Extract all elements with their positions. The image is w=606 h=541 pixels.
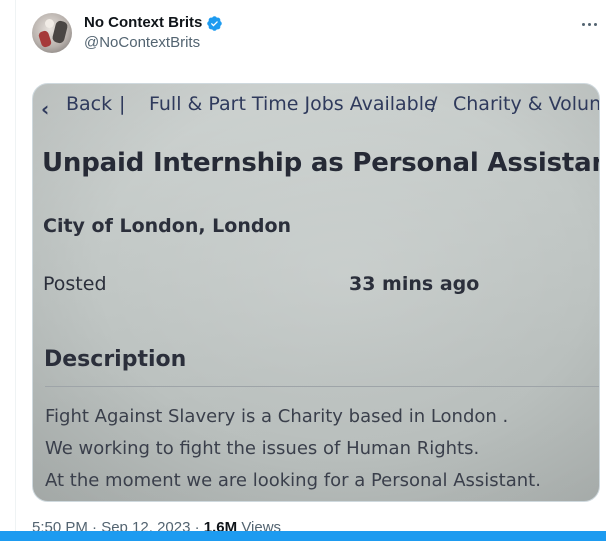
avatar[interactable] — [32, 13, 72, 53]
timeline-divider — [15, 0, 16, 541]
photo-job-title: Unpaid Internship as Personal Assistant — [42, 148, 600, 178]
more-options-button[interactable] — [575, 10, 603, 38]
photo-description-line: At the moment we are looking for a Perso… — [45, 470, 541, 491]
author-name[interactable]: No Context Brits — [84, 13, 202, 33]
author-handle[interactable]: @NoContextBrits — [84, 33, 200, 53]
bottom-banner — [0, 531, 606, 541]
photo-location: City of London, London — [43, 215, 292, 237]
tweet-view: No Context Brits @NoContextBrits ‹ Back … — [0, 0, 606, 541]
photo-breadcrumb-charity: Charity & Volunt — [453, 93, 600, 115]
photo-posted-label: Posted — [43, 273, 107, 295]
photo-description-divider — [45, 386, 599, 387]
photo-description-line: Fight Against Slavery is a Charity based… — [45, 406, 509, 427]
photo-description-line: We working to fight the issues of Human … — [45, 438, 480, 459]
photo-description-heading: Description — [44, 347, 187, 372]
photo-back-label: Back — [66, 93, 113, 115]
author-name-row[interactable]: No Context Brits — [84, 13, 223, 33]
back-chevron-icon: ‹ — [41, 97, 50, 121]
verified-badge-icon — [207, 15, 223, 31]
photo-posted-value: 33 mins ago — [349, 273, 480, 295]
photo-separator: | — [119, 93, 126, 115]
photo-breadcrumb-jobs: Full & Part Time Jobs Available — [149, 93, 436, 115]
more-horizontal-icon — [581, 22, 585, 26]
tweet-photo[interactable]: ‹ Back | Full & Part Time Jobs Available… — [32, 83, 600, 502]
photo-separator: / — [431, 93, 438, 115]
